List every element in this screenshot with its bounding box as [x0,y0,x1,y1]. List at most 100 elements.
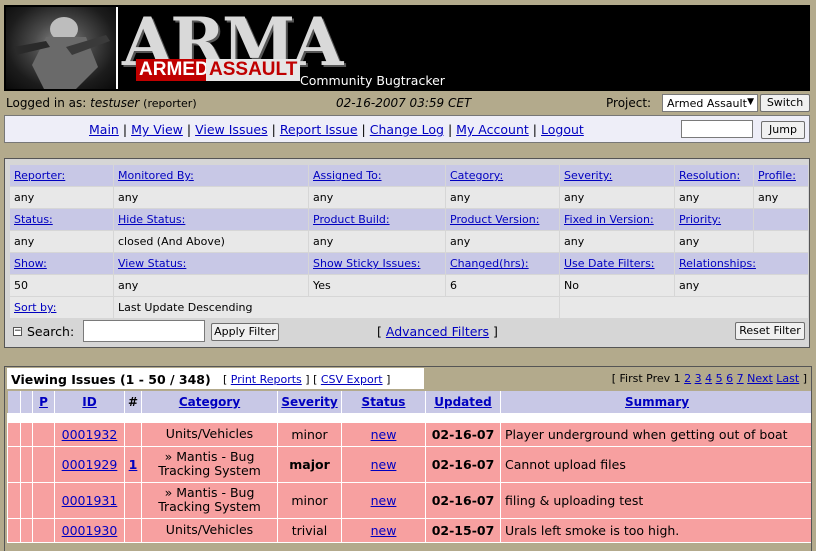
project-select[interactable]: Armed Assault ▼ [662,94,758,112]
row-updated-cell: 02-16-07 [425,481,501,519]
filter-show-value: 50 [9,274,114,297]
filter-table: Reporter: Monitored By: Assigned To: Cat… [9,164,809,319]
filter-profile-header[interactable]: Profile: [753,164,809,187]
page-link-6[interactable]: 6 [726,372,733,385]
filter-date-filters-header[interactable]: Use Date Filters: [559,252,675,275]
filter-resolution-value: any [674,186,754,209]
row-updated-cell: 02-15-07 [425,517,501,543]
filter-sort-value: Last Update Descending [113,296,560,319]
menu-my-account-link[interactable]: My Account [456,122,529,137]
filter-product-build-value: any [308,230,446,253]
summary-column-header[interactable]: Summary [500,391,811,413]
notes-count-link[interactable]: 1 [129,457,138,472]
filter-assigned-header[interactable]: Assigned To: [308,164,446,187]
page-link-2[interactable]: 2 [684,372,691,385]
row-edit-cell [20,481,33,519]
row-select-cell [7,481,21,519]
filter-sort-header[interactable]: Sort by: [9,296,114,319]
apply-filter-button[interactable]: Apply Filter [211,323,279,341]
row-summary-cell: filing & uploading test [500,481,811,519]
status-column-header[interactable]: Status [341,391,426,413]
filter-hide-status-header[interactable]: Hide Status: [113,208,309,231]
row-priority-cell [32,481,55,519]
menu-main-link[interactable]: Main [89,122,119,137]
filter-resolution-header[interactable]: Resolution: [674,164,754,187]
csv-export-link[interactable]: CSV Export [321,373,383,386]
menu-change-log-link[interactable]: Change Log [370,122,444,137]
updated-column-header[interactable]: Updated [425,391,501,413]
jump-to-issue-input[interactable] [681,120,753,138]
row-notes-cell[interactable]: 1 [124,445,142,483]
row-updated-cell: 02-16-07 [425,445,501,483]
menu-logout-link[interactable]: Logout [541,122,584,137]
menu-view-issues-link[interactable]: View Issues [195,122,267,137]
filter-changed-value: 6 [445,274,560,297]
row-notes-cell [124,421,142,447]
row-id-cell[interactable]: 0001931 [54,481,125,519]
filter-category-value: any [445,186,560,209]
issue-id-link[interactable]: 0001932 [62,427,118,442]
print-reports-link[interactable]: Print Reports [231,373,302,386]
main-menu-bar: Main | My View | View Issues | Report Issue | Ch… [4,115,810,143]
reset-filter-button[interactable]: Reset Filter [735,322,805,340]
search-row: − Search: Apply Filter [ Advanced Filter… [9,319,808,345]
filter-changed-header[interactable]: Changed(hrs): [445,252,560,275]
row-id-cell[interactable]: 0001930 [54,517,125,543]
page-link-3[interactable]: 3 [695,372,702,385]
page-link-4[interactable]: 4 [705,372,712,385]
id-column-header[interactable]: ID [54,391,125,413]
filter-category-header[interactable]: Category: [445,164,560,187]
row-status-cell[interactable]: new [341,517,426,543]
row-edit-cell [20,421,33,447]
last-page-link[interactable]: Last [776,372,799,385]
filter-product-version-value: any [445,230,560,253]
filter-monitored-value: any [113,186,309,209]
advanced-filters-wrapper: [ Advanced Filters ] [377,324,498,339]
filter-product-build-header[interactable]: Product Build: [308,208,446,231]
page-link-5[interactable]: 5 [716,372,723,385]
row-id-cell[interactable]: 0001929 [54,445,125,483]
search-input[interactable] [83,320,205,342]
filter-relationships-header[interactable]: Relationships: [674,252,809,275]
collapse-minus-icon[interactable]: − [13,327,22,336]
page-link-7[interactable]: 7 [737,372,744,385]
row-status-cell[interactable]: new [341,421,426,447]
issue-id-link[interactable]: 0001929 [62,457,118,472]
switch-button[interactable]: Switch [760,94,810,112]
arma-logo: ARMA ARMED ASSAULT [122,7,343,89]
menu-report-issue-link[interactable]: Report Issue [280,122,358,137]
row-status-cell[interactable]: new [341,445,426,483]
menu-my-view-link[interactable]: My View [131,122,183,137]
row-status-cell[interactable]: new [341,481,426,519]
priority-column-header[interactable]: P [32,391,55,413]
filter-monitored-header[interactable]: Monitored By: [113,164,309,187]
row-summary-cell: Cannot upload files [500,445,811,483]
next-page-link[interactable]: Next [747,372,773,385]
issues-title: Viewing Issues (1 - 50 / 348) [11,372,211,387]
advanced-filters-link[interactable]: Advanced Filters [386,324,489,339]
row-id-cell[interactable]: 0001932 [54,421,125,447]
issues-export-links: [ Print Reports ] [ CSV Export ] [223,373,391,386]
username: testuser [90,96,140,110]
filter-view-status-header[interactable]: View Status: [113,252,309,275]
issue-id-link[interactable]: 0001931 [62,493,118,508]
table-row: 0001930 Units/Vehicles trivial new 02-15… [7,517,811,543]
filter-product-version-header[interactable]: Product Version: [445,208,560,231]
filter-status-header[interactable]: Status: [9,208,114,231]
filter-fixed-version-header[interactable]: Fixed in Version: [559,208,675,231]
filter-profile-value: any [753,186,809,209]
severity-column-header[interactable]: Severity [277,391,342,413]
edit-column-header [20,391,33,413]
table-spacer [7,412,811,423]
filter-reporter-header[interactable]: Reporter: [9,164,114,187]
issues-panel: Viewing Issues (1 - 50 / 348) [ Print Re… [4,366,812,551]
filter-priority-header[interactable]: Priority: [674,208,754,231]
select-column-header [7,391,21,413]
filter-show-header[interactable]: Show: [9,252,114,275]
category-column-header[interactable]: Category [141,391,278,413]
filter-severity-value: any [559,186,675,209]
filter-sticky-header[interactable]: Show Sticky Issues: [308,252,446,275]
issue-id-link[interactable]: 0001930 [62,523,118,538]
jump-button[interactable]: Jump [761,121,805,139]
filter-severity-header[interactable]: Severity: [559,164,675,187]
